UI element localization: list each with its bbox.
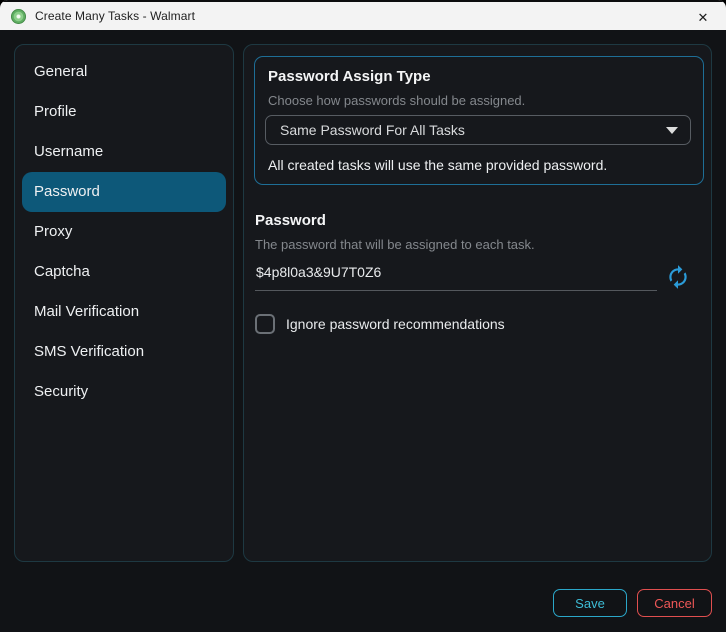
assign-type-note: All created tasks will use the same prov…: [268, 157, 608, 173]
sidebar-item-general[interactable]: General: [22, 52, 226, 92]
password-input[interactable]: [255, 262, 657, 291]
password-subtitle: The password that will be assigned to ea…: [255, 237, 535, 252]
sidebar-item-profile[interactable]: Profile: [22, 92, 226, 132]
sidebar-item-mail-verification[interactable]: Mail Verification: [22, 292, 226, 332]
sidebar: General Profile Username Password Proxy …: [14, 44, 234, 562]
main-panel: Password Assign Type Choose how password…: [243, 44, 712, 562]
app-window: Create Many Tasks - Walmart ✕ General Pr…: [0, 0, 726, 632]
window-title: Create Many Tasks - Walmart: [35, 9, 196, 23]
sidebar-item-security[interactable]: Security: [22, 372, 226, 412]
cancel-button[interactable]: Cancel: [637, 589, 712, 617]
sidebar-item-captcha[interactable]: Captcha: [22, 252, 226, 292]
close-button[interactable]: ✕: [680, 4, 726, 32]
password-title: Password: [255, 212, 326, 229]
password-assign-type-box: Password Assign Type Choose how password…: [254, 56, 704, 185]
sidebar-item-sms-verification[interactable]: SMS Verification: [22, 332, 226, 372]
ignore-recommendations-row: Ignore password recommendations: [255, 314, 505, 334]
close-icon: ✕: [697, 10, 709, 25]
sidebar-item-username[interactable]: Username: [22, 132, 226, 172]
dropdown-selected-value: Same Password For All Tasks: [280, 122, 465, 138]
sidebar-item-proxy[interactable]: Proxy: [22, 212, 226, 252]
titlebar: Create Many Tasks - Walmart ✕: [0, 0, 726, 30]
app-icon: [11, 8, 26, 24]
regenerate-password-button[interactable]: [664, 263, 692, 291]
assign-type-title: Password Assign Type: [268, 68, 431, 85]
assign-type-subtitle: Choose how passwords should be assigned.: [268, 93, 526, 108]
refresh-icon: [665, 264, 691, 290]
save-button[interactable]: Save: [553, 589, 627, 617]
password-assign-type-dropdown[interactable]: Same Password For All Tasks: [265, 115, 691, 145]
sidebar-item-password[interactable]: Password: [22, 172, 226, 212]
ignore-recommendations-checkbox[interactable]: [255, 314, 275, 334]
ignore-recommendations-label: Ignore password recommendations: [286, 316, 505, 332]
chevron-down-icon: [666, 126, 678, 134]
